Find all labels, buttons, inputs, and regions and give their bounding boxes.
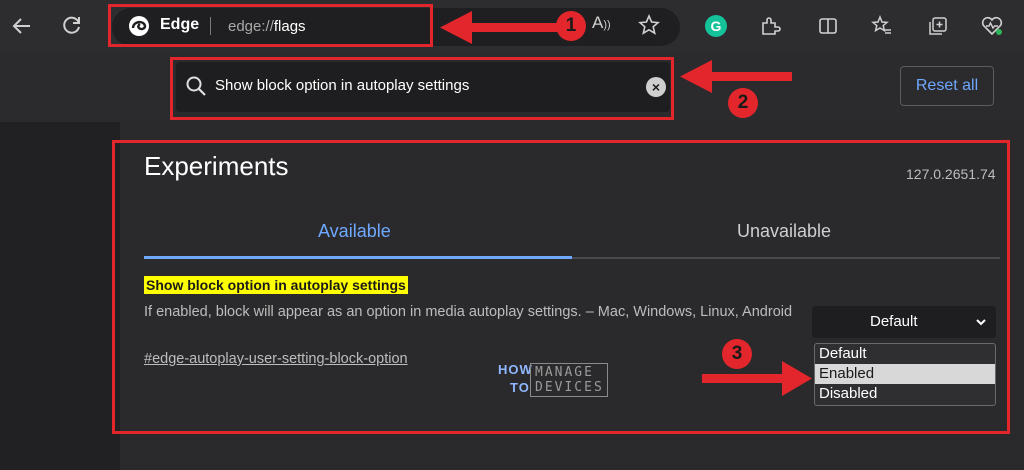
annotation-badge-3: 3 bbox=[722, 339, 752, 369]
annotation-badge-1: 1 bbox=[556, 11, 586, 41]
arrow-2 bbox=[680, 60, 792, 93]
arrow-1 bbox=[440, 11, 558, 44]
annotation-arrows bbox=[440, 11, 812, 396]
annotation-badge-2: 2 bbox=[728, 88, 758, 118]
arrow-3 bbox=[702, 361, 812, 396]
